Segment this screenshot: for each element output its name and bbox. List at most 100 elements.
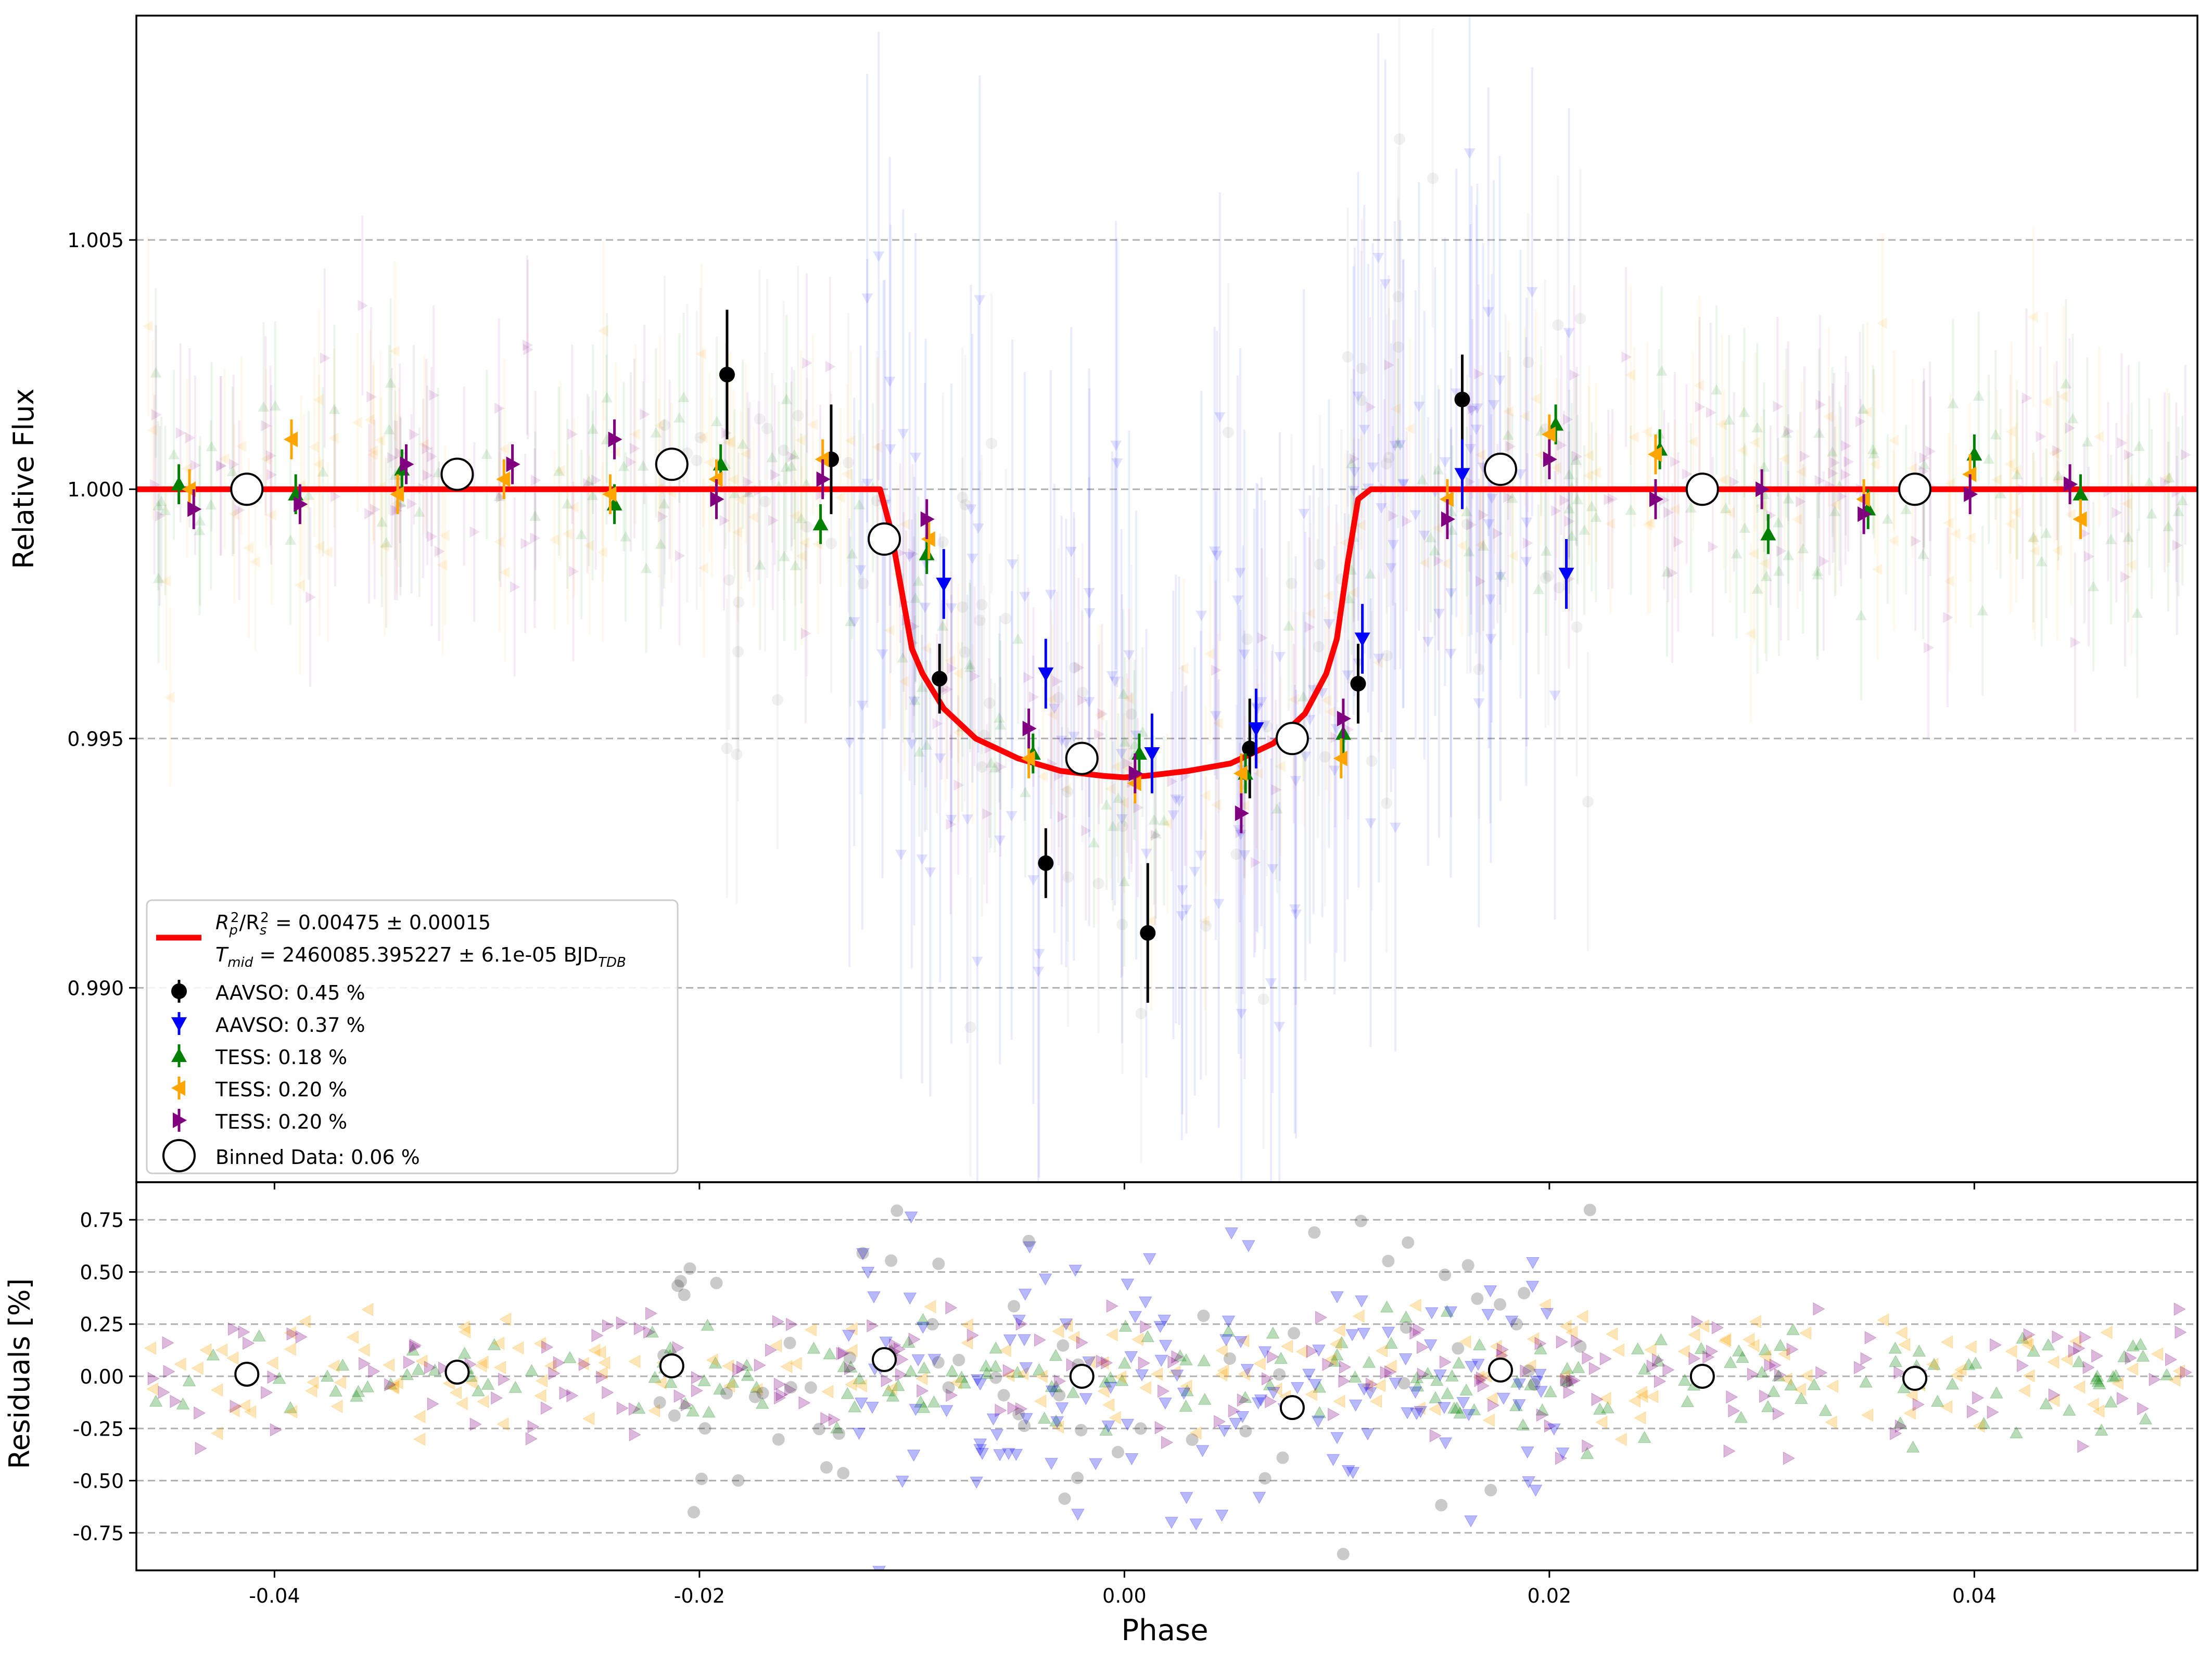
raw-point xyxy=(957,491,969,503)
resid-point xyxy=(710,1276,723,1289)
main-y-tick-label: 0.995 xyxy=(67,727,124,750)
resid-y-tick-label: 0.50 xyxy=(80,1261,124,1284)
raw-point xyxy=(1381,797,1393,809)
binned-point xyxy=(1898,472,1932,506)
raw-point xyxy=(754,413,766,425)
raw-point xyxy=(1200,920,1212,932)
main-y-tick-label: 0.990 xyxy=(67,977,124,1000)
resid-point xyxy=(1012,1408,1025,1421)
data-point xyxy=(1454,391,1470,407)
resid-point xyxy=(1382,1255,1395,1268)
resid-point xyxy=(1288,1327,1301,1340)
raw-point xyxy=(857,578,869,590)
raw-point xyxy=(984,697,996,709)
x-tick-label: 0.00 xyxy=(1102,1584,1147,1607)
raw-point xyxy=(1000,612,1012,624)
resid-point xyxy=(989,1371,1002,1384)
resid-point xyxy=(820,1461,833,1474)
resid-point xyxy=(653,1396,666,1409)
raw-point xyxy=(1543,570,1555,582)
resid-point xyxy=(1522,1364,1535,1377)
resid-point xyxy=(772,1433,785,1446)
resid-point xyxy=(1583,1204,1596,1217)
resid-point xyxy=(695,1473,708,1486)
resid-point xyxy=(856,1247,869,1260)
resid-point xyxy=(1461,1259,1474,1272)
data-point xyxy=(932,671,948,687)
resid-point xyxy=(1397,1377,1410,1390)
raw-point xyxy=(986,438,998,450)
resid-point xyxy=(668,1409,681,1422)
legend: Rp2/Rs2 = 0.00475 ± 0.00015Tmid = 246008… xyxy=(146,899,679,1174)
main-y-tick-label: 1.005 xyxy=(67,229,124,252)
resid-point xyxy=(1435,1499,1448,1512)
resid-point xyxy=(1197,1309,1210,1322)
raw-point xyxy=(1461,518,1473,530)
raw-point xyxy=(1092,878,1104,890)
resid-point xyxy=(997,1389,1010,1402)
raw-point xyxy=(1257,993,1269,1005)
resid-binned-point xyxy=(1488,1357,1513,1383)
raw-point xyxy=(964,1021,976,1033)
legend-model-depth-label: Rp2/Rs2 = 0.00475 ± 0.00015 xyxy=(215,910,491,938)
raw-point xyxy=(1393,133,1405,145)
resid-point xyxy=(1022,1234,1035,1247)
resid-point xyxy=(1018,1419,1031,1432)
raw-point xyxy=(1319,751,1331,763)
raw-point xyxy=(1222,426,1234,438)
resid-point xyxy=(1111,1445,1124,1459)
raw-point xyxy=(731,748,743,760)
x-tick-label: -0.04 xyxy=(249,1584,300,1607)
resid-point xyxy=(832,1427,845,1440)
raw-point xyxy=(974,615,986,626)
legend-entry-label: TESS: 0.20 % xyxy=(215,1078,347,1101)
resid-point xyxy=(1186,1433,1199,1446)
resid-point xyxy=(1273,1368,1286,1381)
resid-y-tick-label: 0.75 xyxy=(80,1209,124,1232)
raw-point xyxy=(1574,313,1586,325)
resid-point xyxy=(1400,1321,1413,1334)
binned-point xyxy=(1685,472,1719,506)
light-curve-figure: 0.990 0.995 1.000 1.005 -0.75 -0.50 -0.25 0.00… xyxy=(0,0,2212,1661)
raw-point xyxy=(721,743,733,754)
raw-point xyxy=(976,599,988,611)
resid-point xyxy=(1053,1389,1066,1402)
resid-point xyxy=(1058,1492,1071,1505)
binned-point xyxy=(1483,452,1517,486)
resid-binned-point xyxy=(1902,1366,1928,1391)
raw-point xyxy=(1392,341,1404,353)
raw-point xyxy=(976,761,988,773)
legend-entry-label: AAVSO: 0.37 % xyxy=(215,1014,365,1037)
resid-binned-point xyxy=(1689,1364,1715,1389)
binned-point xyxy=(440,457,474,491)
raw-point xyxy=(723,574,735,586)
binned-point xyxy=(868,522,901,556)
raw-point xyxy=(1427,172,1439,184)
resid-point xyxy=(932,1257,945,1270)
data-point xyxy=(1038,855,1054,871)
main-y-axis-label: Relative Flux xyxy=(7,388,40,569)
raw-point xyxy=(1053,692,1065,703)
raw-point xyxy=(1314,558,1326,570)
resid-point xyxy=(1510,1317,1523,1331)
resid-point xyxy=(1337,1547,1350,1560)
raw-point xyxy=(801,521,813,533)
resid-point xyxy=(891,1204,904,1217)
raw-point xyxy=(778,444,790,456)
raw-point xyxy=(1366,755,1378,767)
raw-point xyxy=(759,496,771,508)
raw-point xyxy=(1135,1007,1147,1019)
resid-binned-point xyxy=(234,1361,260,1387)
resid-point xyxy=(1071,1472,1084,1485)
x-tick-label: 0.04 xyxy=(1952,1584,1997,1607)
resid-point xyxy=(1134,1422,1147,1435)
main-y-tick-label: 1.000 xyxy=(67,478,124,501)
resid-point xyxy=(1354,1214,1367,1227)
resid-y-tick-label: 0.00 xyxy=(80,1365,124,1388)
resid-point xyxy=(1223,1352,1236,1365)
resid-point xyxy=(1057,1339,1070,1352)
legend-entry-label: Binned Data: 0.06 % xyxy=(215,1146,420,1169)
resid-point xyxy=(784,1381,797,1394)
raw-point xyxy=(1571,621,1583,633)
raw-point xyxy=(771,694,783,706)
